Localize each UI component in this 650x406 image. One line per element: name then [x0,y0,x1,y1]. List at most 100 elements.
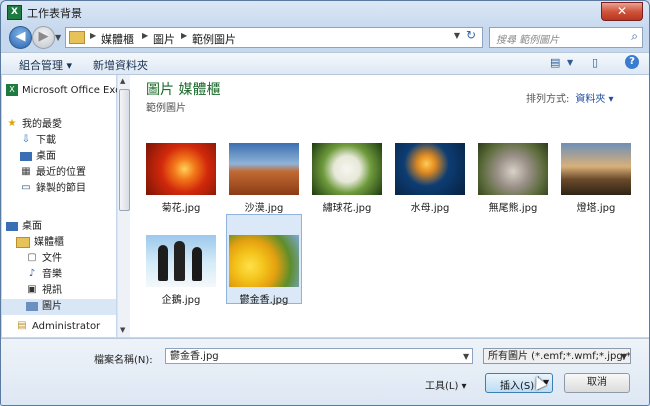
nav-item-label: 圖片 [42,301,62,312]
excel-icon: X [6,84,18,96]
file-list-pane: 圖片 媒體櫃 範例圖片 排列方式: 資料夾 ▾ 菊花.jpg 沙漠.jpg 繡球花… [130,75,649,337]
chrysanthemum-image [146,143,216,195]
dialog-footer: 檔案名稱(N): 鬱金香.jpg ▼ 所有圖片 (*.emf;*.wmf;*.j… [1,338,649,405]
file-thumbnail[interactable]: 無尾熊.jpg [476,141,550,225]
file-name: 燈塔.jpg [576,203,616,214]
breadcrumb-sample-pictures[interactable]: 範例圖片 [192,31,236,47]
nav-item-label: 媒體櫃 [34,237,64,248]
tulips-image [229,235,299,287]
lighthouse-image [561,143,631,195]
folder-icon [69,31,85,44]
nav-item-label: 音樂 [42,269,62,280]
hydrangeas-image [312,143,382,195]
address-bar[interactable]: ▶ 媒體櫃 ▶ 圖片 ▶ 範例圖片 ▼ [65,27,483,48]
music-icon: ♪ [28,268,36,279]
refresh-icon[interactable]: ↻ [463,28,479,42]
nav-item-label: 桌面 [22,221,42,232]
video-icon: ▣ [27,284,37,295]
file-name: 企鵝.jpg [161,295,201,306]
breadcrumb-separator-icon[interactable]: ▶ [90,31,96,40]
penguins-image [146,235,216,287]
file-thumbnail[interactable]: 燈塔.jpg [559,141,633,225]
file-thumbnail[interactable]: 水母.jpg [393,141,467,225]
file-name: 無尾熊.jpg [488,203,538,214]
filetype-dropdown-icon[interactable]: ▼ [621,349,627,363]
breadcrumb-library[interactable]: 媒體櫃 [101,31,134,47]
excel-icon: X [7,5,22,20]
recent-icon: ▦ [21,166,31,177]
forward-button[interactable]: ▶ [32,26,55,49]
nav-item-pictures[interactable]: 圖片 [2,299,116,315]
nav-item-administrator[interactable]: ▤ Administrator [16,319,130,335]
breadcrumb-separator-icon[interactable]: ▶ [142,31,148,40]
file-name: 水母.jpg [410,203,450,214]
nav-item-excel[interactable]: X Microsoft Office Excel [6,83,120,99]
scroll-down-icon[interactable]: ▼ [120,326,125,334]
new-folder-button[interactable]: 新增資料夾 [93,57,148,73]
filename-dropdown-icon[interactable]: ▼ [463,352,469,361]
file-thumbnail-selected[interactable]: 鬱金香.jpg [226,214,302,306]
back-button[interactable]: ◀ [9,26,32,49]
file-thumbnail[interactable]: 沙漠.jpg [227,141,301,225]
nav-item-label: 文件 [42,253,62,264]
arrange-dropdown[interactable]: 資料夾 ▾ [575,94,613,105]
breadcrumb-separator-icon[interactable]: ▶ [181,31,187,40]
navigation-pane: X Microsoft Office Excel ★ 我的最愛 ⇩ 下載 桌面 ▦ 最近… [2,75,120,337]
file-name: 菊花.jpg [161,203,201,214]
arrange-by: 排列方式: 資料夾 ▾ [526,90,614,105]
file-thumbnail[interactable]: 繡球花.jpg [310,141,384,225]
star-icon: ★ [7,118,17,129]
nav-scrollbar[interactable]: ▲ ▼ [117,75,130,337]
search-placeholder: 搜尋 範例圖片 [496,35,560,46]
penguin-shape [192,247,202,281]
address-dropdown-icon[interactable]: ▼ [454,31,460,40]
nav-item-label: Microsoft Office Excel [22,85,120,96]
close-button[interactable]: ✕ [601,2,643,21]
file-name: 沙漠.jpg [244,203,284,214]
filetype-value: 所有圖片 (*.emf;*.wmf;*.jpg;*.j [488,351,631,362]
nav-item-libraries[interactable]: 媒體櫃 [16,235,130,251]
desktop-icon [20,151,32,161]
jellyfish-image [395,143,465,195]
window-title: 工作表背景 [27,7,82,20]
file-thumbnail[interactable]: 企鵝.jpg [144,233,218,317]
search-icon[interactable]: ⌕ [631,29,638,44]
address-row: ◀ ▶ ▼ ▶ 媒體櫃 ▶ 圖片 ▶ 範例圖片 ▼ ↻ 搜尋 範例圖片 ⌕ [1,25,649,51]
nav-item-label: 下載 [36,135,56,146]
preview-pane-icon[interactable]: ▯ [592,56,598,69]
history-dropdown-icon[interactable]: ▼ [55,33,61,42]
filename-label: 檔案名稱(N): [94,355,153,366]
nav-item-label: 最近的位置 [36,167,86,178]
arrange-label: 排列方式: [526,94,570,105]
library-heading: 圖片 媒體櫃 [146,82,221,98]
organize-button[interactable]: 組合管理 ▾ [19,57,72,73]
desktop-icon [6,221,18,231]
file-name: 繡球花.jpg [322,203,372,214]
library-icon [16,236,30,248]
tv-icon: ▭ [21,182,31,193]
tools-button[interactable]: 工具(L) ▾ [425,377,467,392]
filetype-select[interactable]: 所有圖片 (*.emf;*.wmf;*.jpg;*.j ▼ [483,348,631,364]
download-icon: ⇩ [21,134,31,145]
search-input[interactable]: 搜尋 範例圖片 ⌕ [489,27,643,48]
help-icon[interactable]: ? [625,55,639,69]
nav-item-desktop-root[interactable]: 桌面 [6,219,120,235]
picture-icon [26,301,38,311]
desert-image [229,143,299,195]
insert-picture-dialog: X 工作表背景 ✕ ◀ ▶ ▼ ▶ 媒體櫃 ▶ 圖片 ▶ 範例圖片 ▼ ↻ 搜尋… [0,0,650,406]
nav-item-label: 我的最愛 [22,119,62,130]
view-dropdown-icon[interactable]: ▼ [567,58,573,67]
nav-item-label: 視訊 [42,285,62,296]
filename-input[interactable]: 鬱金香.jpg [165,348,473,364]
command-bar: 組合管理 ▾ 新增資料夾 ▤ ▼ ▯ ? [1,52,649,75]
cancel-button[interactable]: 取消 [564,373,630,393]
penguin-shape [174,241,185,281]
view-options-icon[interactable]: ▤ [550,56,560,69]
breadcrumb-pictures[interactable]: 圖片 [153,31,175,47]
scrollbar-thumb[interactable] [119,89,130,211]
nav-item-favorites[interactable]: ★ 我的最愛 [6,117,120,133]
file-thumbnail[interactable]: 菊花.jpg [144,141,218,225]
scroll-up-icon[interactable]: ▲ [120,77,125,85]
document-icon: ▢ [27,252,37,263]
user-icon: ▤ [17,320,27,331]
